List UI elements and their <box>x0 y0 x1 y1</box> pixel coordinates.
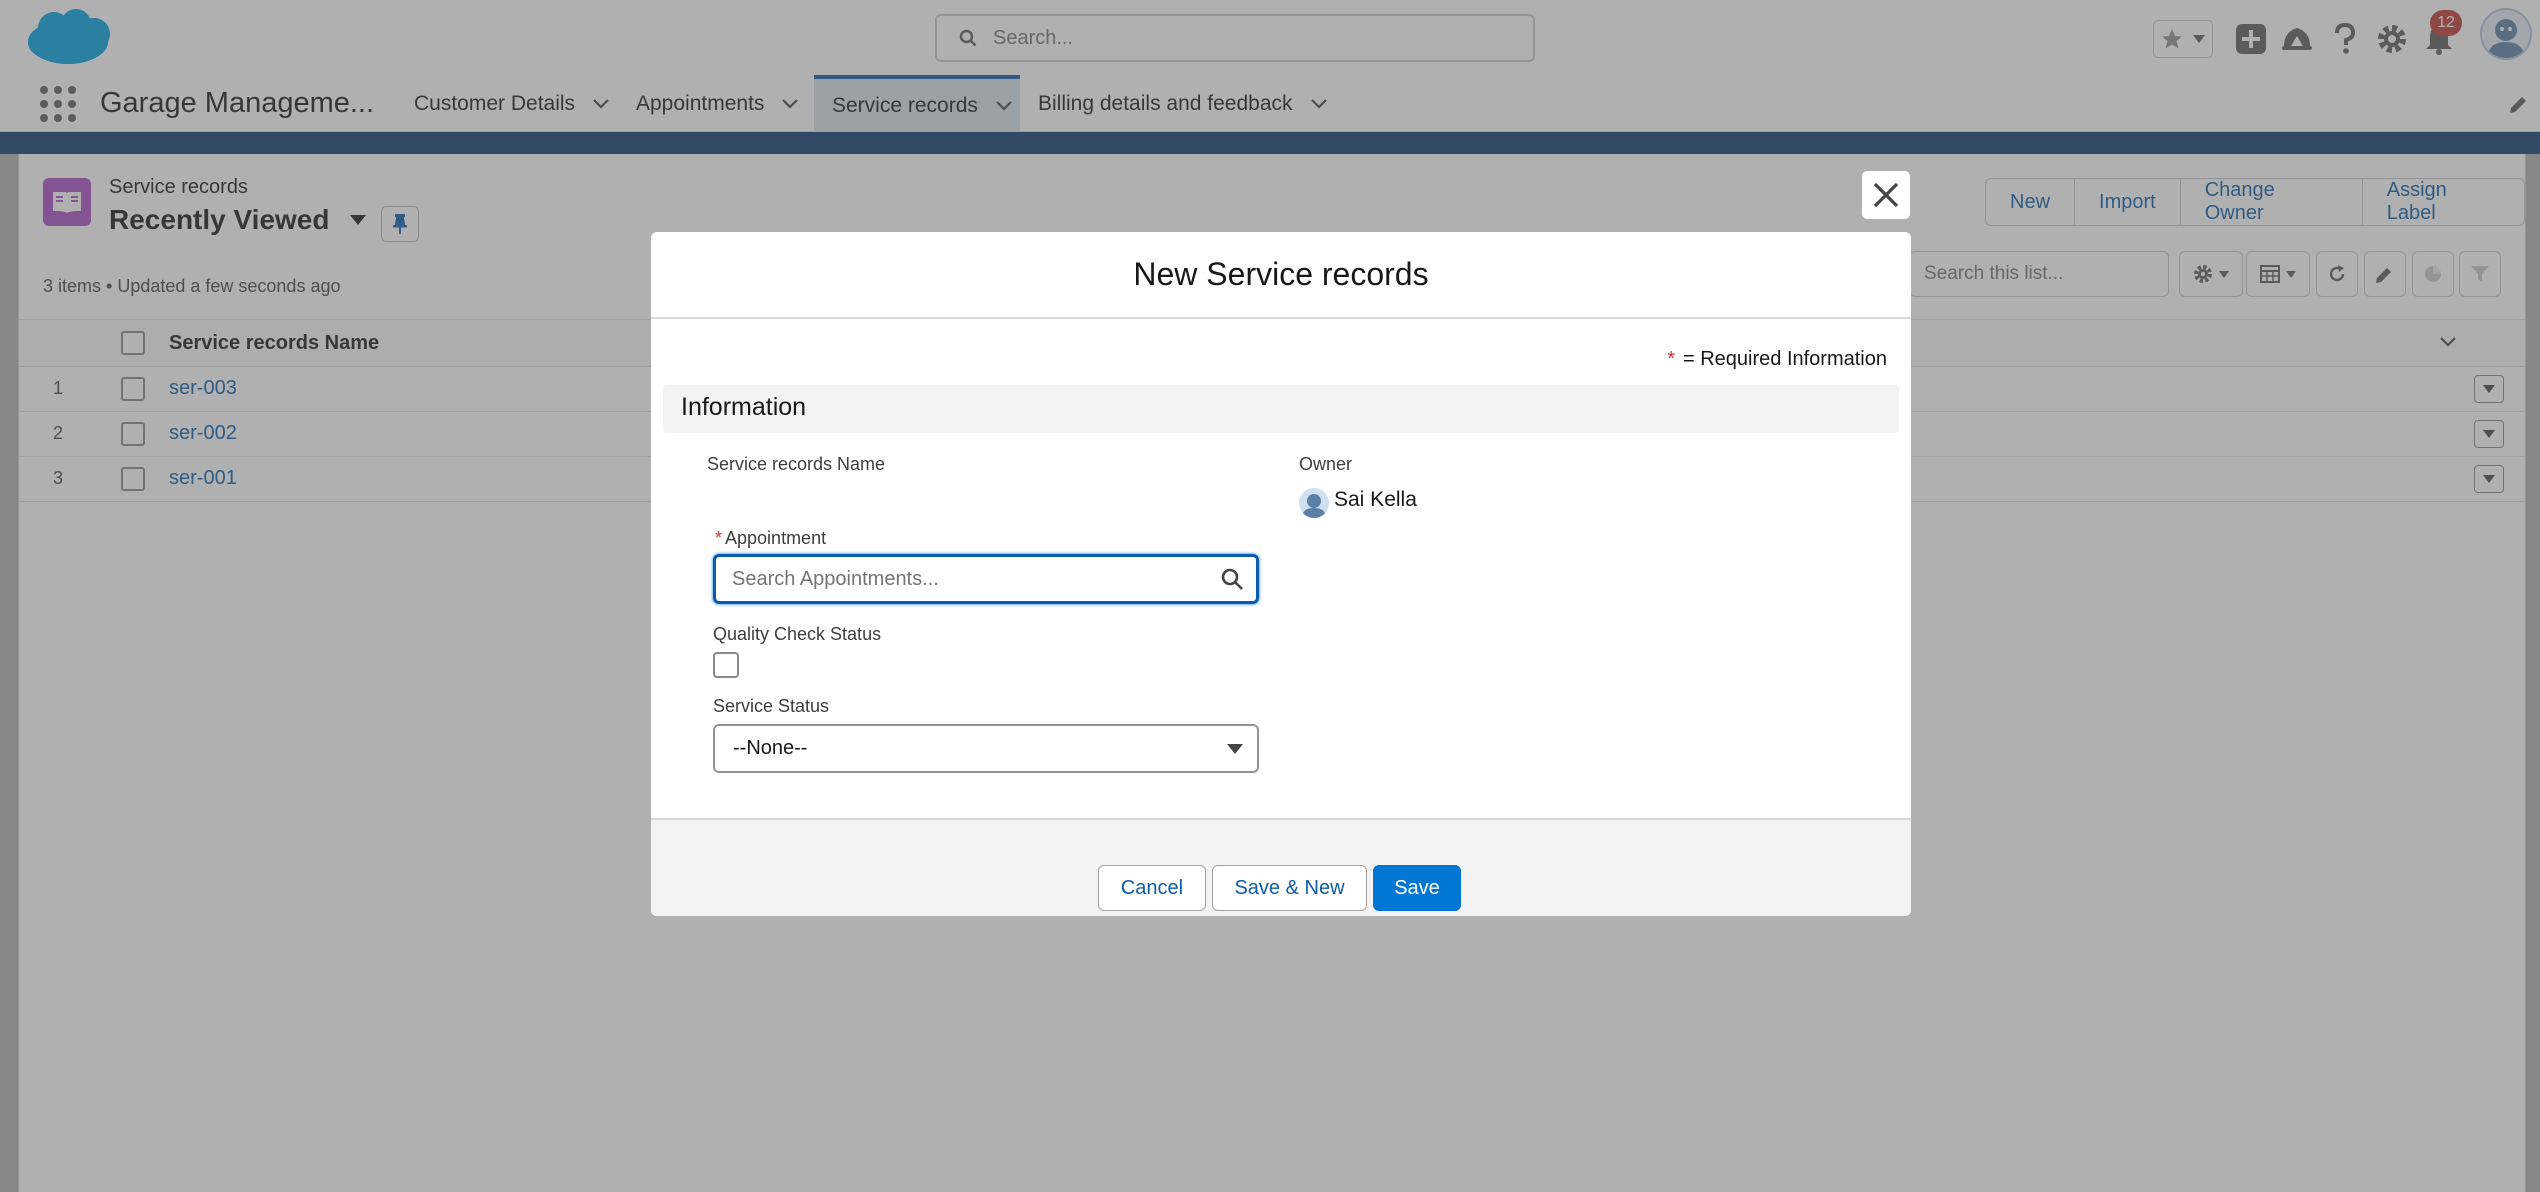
field-label-service-status: Service Status <box>713 696 830 716</box>
modal-title: New Service records <box>651 232 1911 319</box>
new-record-modal: New Service records * = Required Informat… <box>651 232 1911 916</box>
owner-name[interactable]: Sai Kella <box>1334 488 1417 512</box>
required-star: * <box>1667 348 1675 370</box>
close-icon <box>1871 180 1901 210</box>
field-label-quality-check-status: Quality Check Status <box>713 624 882 644</box>
required-info-legend: * = Required Information <box>1667 348 1887 371</box>
appointment-search-input[interactable] <box>732 567 1192 591</box>
appointment-label-text: Appointment <box>725 528 827 548</box>
save-and-new-button[interactable]: Save & New <box>1212 865 1367 911</box>
service-status-value: --None-- <box>733 737 808 759</box>
required-star: * <box>715 528 723 548</box>
service-status-select[interactable]: --None-- <box>713 724 1259 773</box>
close-modal-button[interactable] <box>1862 171 1910 219</box>
field-label-service-records-name: Service records Name <box>707 454 886 474</box>
search-icon[interactable] <box>1220 567 1244 591</box>
cancel-button[interactable]: Cancel <box>1098 865 1206 911</box>
section-header-information[interactable]: Information <box>663 385 1899 433</box>
field-label-appointment: * Appointment <box>715 528 826 549</box>
required-info-text: = Required Information <box>1682 348 1887 370</box>
appointment-lookup[interactable] <box>713 554 1259 604</box>
caret-down-icon <box>1227 743 1243 754</box>
modal-footer: Cancel Save & New Save <box>651 818 1911 916</box>
owner-avatar <box>1299 488 1329 518</box>
quality-check-status-checkbox[interactable] <box>713 652 739 678</box>
field-label-owner: Owner <box>1299 454 1353 474</box>
save-button[interactable]: Save <box>1373 865 1461 911</box>
